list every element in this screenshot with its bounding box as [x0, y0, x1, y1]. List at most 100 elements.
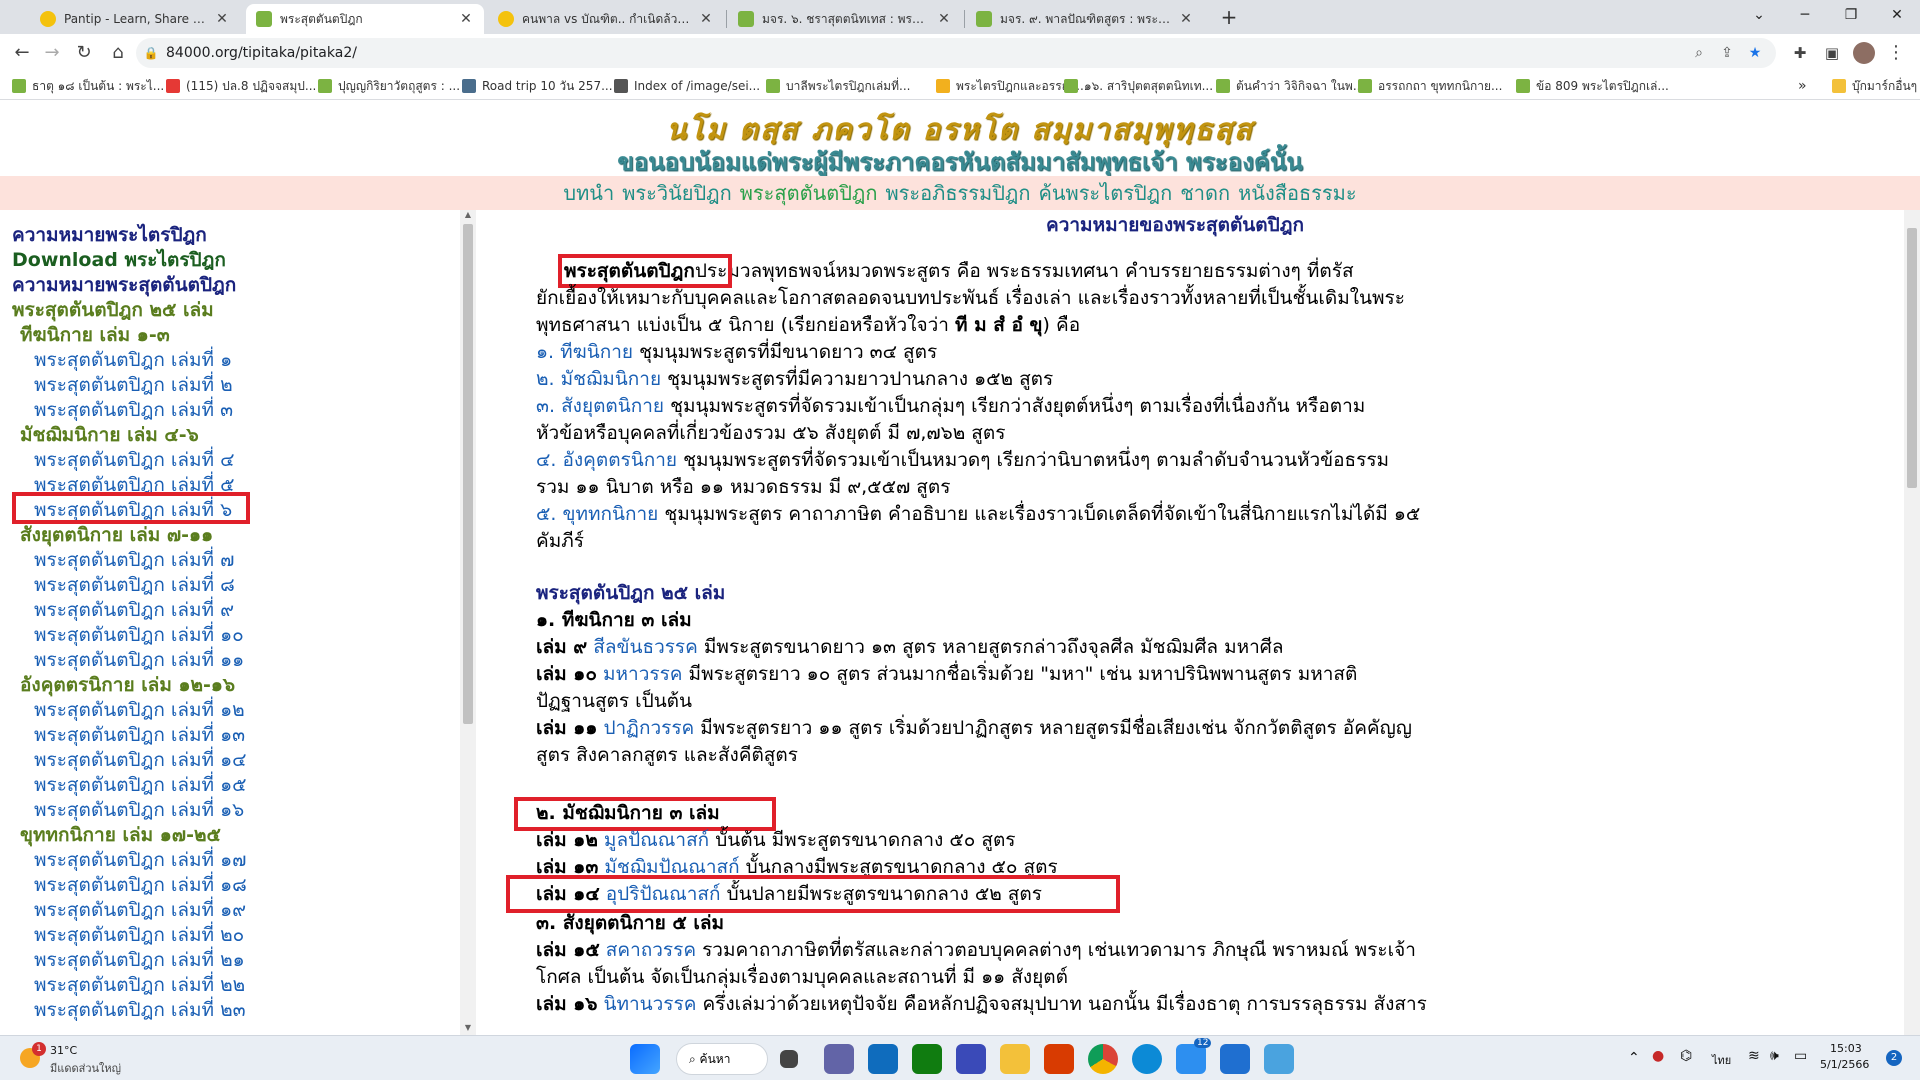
volume-link[interactable]: นิทานวรรค [603, 993, 696, 1015]
bookmark-label[interactable]: ข้อ 809 พระไตรปิฎกเล่... [1536, 77, 1669, 96]
wifi-icon[interactable]: ≋ [1748, 1048, 1760, 1064]
tray-chevron-icon[interactable]: ⌃ [1628, 1050, 1640, 1066]
nikaya-link[interactable]: ๔. อังคุตตรนิกาย [536, 449, 677, 471]
bookmark-label[interactable]: Road trip 10 วัน 257... [482, 77, 613, 96]
scrollbar-thumb[interactable] [1907, 228, 1917, 488]
volume-link[interactable]: ปาฏิกวรรค [603, 717, 694, 739]
nikaya-link[interactable]: ๑. ทีฆนิกาย [536, 341, 633, 363]
new-tab-button[interactable]: + [1216, 5, 1242, 31]
url-text[interactable]: 84000.org/tipitaka/pitaka2/ [166, 45, 357, 61]
weather-widget[interactable]: 1 31°C มีแดดส่วนใหญ่ [18, 1042, 128, 1076]
close-icon[interactable]: ✕ [458, 11, 474, 27]
close-icon[interactable]: ✕ [936, 11, 952, 27]
address-bar[interactable]: 🔒 84000.org/tipitaka/pitaka2/ ⌕ ⇪ ★ [136, 38, 1776, 68]
bookmark-label[interactable]: (115) ปล.8 ปฏิจจสมุป... [186, 77, 316, 96]
avatar[interactable] [1850, 39, 1878, 67]
other-bookmarks-label[interactable]: บุ๊กมาร์กอื่นๆ [1852, 77, 1917, 96]
nav-link[interactable]: พระสุตตันตปิฎก [740, 181, 878, 205]
home-icon[interactable]: ⌂ [104, 39, 132, 67]
bookmark-item[interactable]: บาลีพระไตรปิฎกเล่มที่... [766, 76, 910, 96]
nav-link[interactable]: หนังสือธรรมะ [1238, 181, 1356, 205]
battery-icon[interactable]: ▭ [1794, 1048, 1807, 1064]
close-icon[interactable]: ✕ [214, 11, 230, 27]
window-close-icon[interactable]: ✕ [1874, 0, 1920, 30]
bookmark-item[interactable]: ๑๖. สาริปุตตสุตตนิทเท... [1064, 76, 1213, 96]
start-icon[interactable] [630, 1044, 660, 1074]
bookmark-star-icon[interactable]: ★ [1744, 42, 1766, 64]
volume-icon[interactable]: 🕪 [1770, 1048, 1779, 1064]
bookmark-item[interactable]: ข้อ 809 พระไตรปิฎกเล่... [1516, 76, 1669, 96]
scrollbar-thumb[interactable] [463, 224, 473, 724]
restore-icon[interactable]: ❐ [1828, 0, 1874, 30]
scroll-up-icon[interactable]: ▲ [460, 210, 476, 222]
extensions-icon[interactable]: ✚ [1786, 39, 1814, 67]
nav-link[interactable]: พระวินัยปิฎก [622, 181, 732, 205]
lock-icon[interactable]: 🔒 [136, 46, 166, 60]
reload-icon[interactable]: ↻ [70, 39, 98, 67]
xbox-icon[interactable] [912, 1044, 942, 1074]
bookmark-item[interactable]: (115) ปล.8 ปฏิจจสมุป... [166, 76, 316, 96]
nav-link[interactable]: ชาดก [1180, 181, 1230, 205]
edge-icon[interactable] [1132, 1044, 1162, 1074]
tab-chara-sutta[interactable]: มจร. ๖. ชราสุตตนิทเทส : พระไตรปิฎก ✕ [728, 4, 962, 34]
file-explorer-icon[interactable] [1000, 1044, 1030, 1074]
notification-badge[interactable]: 2 [1886, 1050, 1902, 1066]
nikaya-link[interactable]: ๕. ขุททกนิกาย [536, 503, 658, 525]
store-icon[interactable] [1176, 1044, 1206, 1074]
task-view-icon[interactable] [780, 1050, 798, 1068]
sidebar-volume-link[interactable]: พระสุตตันตปิฎก เล่มที่ ๒๓ [34, 995, 246, 1025]
chrome-icon[interactable] [1088, 1044, 1118, 1074]
volume-link[interactable]: มูลปัณณาสก์ [604, 829, 709, 851]
tab-pantip[interactable]: Pantip - Learn, Share & Fun ✕ [30, 4, 240, 34]
bookmark-label[interactable]: ปุญญกิริยาวัตถุสูตร : ... [338, 77, 460, 96]
page-scrollbar[interactable] [1904, 210, 1920, 1035]
bookmark-item[interactable]: ธาตุ ๑๘ เป็นต้น : พระไ... [12, 76, 164, 96]
office-icon[interactable] [1044, 1044, 1074, 1074]
zoom-icon[interactable]: ⌕ [1688, 42, 1710, 64]
volume-link[interactable]: มหาวรรค [603, 663, 683, 685]
nikaya-link[interactable]: ๓. สังยุตตนิกาย [536, 395, 664, 417]
tab-sutta-active[interactable]: พระสุตตันตปิฎก ✕ [246, 4, 484, 34]
sidepanel-icon[interactable]: ▣ [1818, 39, 1846, 67]
nav-link[interactable]: บทนำ [563, 181, 614, 205]
close-icon[interactable]: ✕ [698, 11, 714, 27]
photos-icon[interactable] [1264, 1044, 1294, 1074]
tray-app-icon[interactable]: ● [1652, 1048, 1664, 1064]
volume-link[interactable]: สีลขันธวรรค [593, 636, 698, 658]
volume-link[interactable]: สคาถวรรค [606, 939, 696, 961]
clock-date[interactable]: 5/1/2566 [1820, 1058, 1869, 1071]
tab-search-icon[interactable]: ⌄ [1736, 0, 1782, 30]
nikaya-link[interactable]: ๒. มัชฌิมนิกาย [536, 368, 661, 390]
bookmark-label[interactable]: บาลีพระไตรปิฎกเล่มที่... [786, 77, 910, 96]
close-icon[interactable]: ✕ [1178, 11, 1194, 27]
sidebar-scrollbar[interactable]: ▲ ▼ [460, 210, 476, 1035]
menu-icon[interactable]: ⋮ [1882, 39, 1910, 67]
bookmark-label[interactable]: ธาตุ ๑๘ เป็นต้น : พระไ... [32, 77, 164, 96]
forward-icon[interactable]: → [38, 39, 66, 67]
tab-fool-wise[interactable]: คนพาล vs บัณฑิต.. กำเนิดล้วนประกอบ ✕ [488, 4, 724, 34]
bookmark-item[interactable]: Index of /image/sei... [614, 76, 760, 96]
bookmark-item[interactable]: ปุญญกิริยาวัตถุสูตร : ... [318, 76, 460, 96]
scroll-down-icon[interactable]: ▼ [460, 1023, 476, 1035]
bookmark-item[interactable]: Road trip 10 วัน 257... [462, 76, 613, 96]
bookmark-label[interactable]: ต้นคำว่า วิจิกิจฉา ในพ... [1236, 77, 1364, 96]
chat-icon[interactable] [824, 1044, 854, 1074]
share-icon[interactable]: ⇪ [1716, 42, 1738, 64]
nav-link[interactable]: ค้นพระไตรปิฎก [1038, 181, 1172, 205]
pen-app-icon[interactable] [956, 1044, 986, 1074]
back-icon[interactable]: ← [8, 39, 36, 67]
minimize-icon[interactable]: ─ [1782, 0, 1828, 30]
bookmark-label[interactable]: Index of /image/sei... [634, 79, 760, 93]
calendar-app-icon[interactable] [1220, 1044, 1250, 1074]
mail-icon[interactable] [868, 1044, 898, 1074]
tray-network-icon[interactable]: ⌬ [1680, 1048, 1692, 1064]
bookmark-label[interactable]: อรรถกถา ขุททกนิกาย... [1378, 77, 1502, 96]
taskbar-search[interactable]: ⌕ ค้นหา [676, 1043, 768, 1075]
bookmark-label[interactable]: ๑๖. สาริปุตตสุตตนิทเท... [1084, 77, 1213, 96]
nav-link[interactable]: พระอภิธรรมปิฎก [885, 181, 1030, 205]
bookmarks-overflow-icon[interactable]: » [1798, 76, 1807, 96]
clock-time[interactable]: 15:03 [1830, 1042, 1862, 1055]
bookmark-item[interactable]: ต้นคำว่า วิจิกิจฉา ในพ... [1216, 76, 1364, 96]
other-bookmarks[interactable]: บุ๊กมาร์กอื่นๆ [1832, 76, 1917, 96]
language-indicator[interactable]: ไทย [1712, 1051, 1731, 1069]
